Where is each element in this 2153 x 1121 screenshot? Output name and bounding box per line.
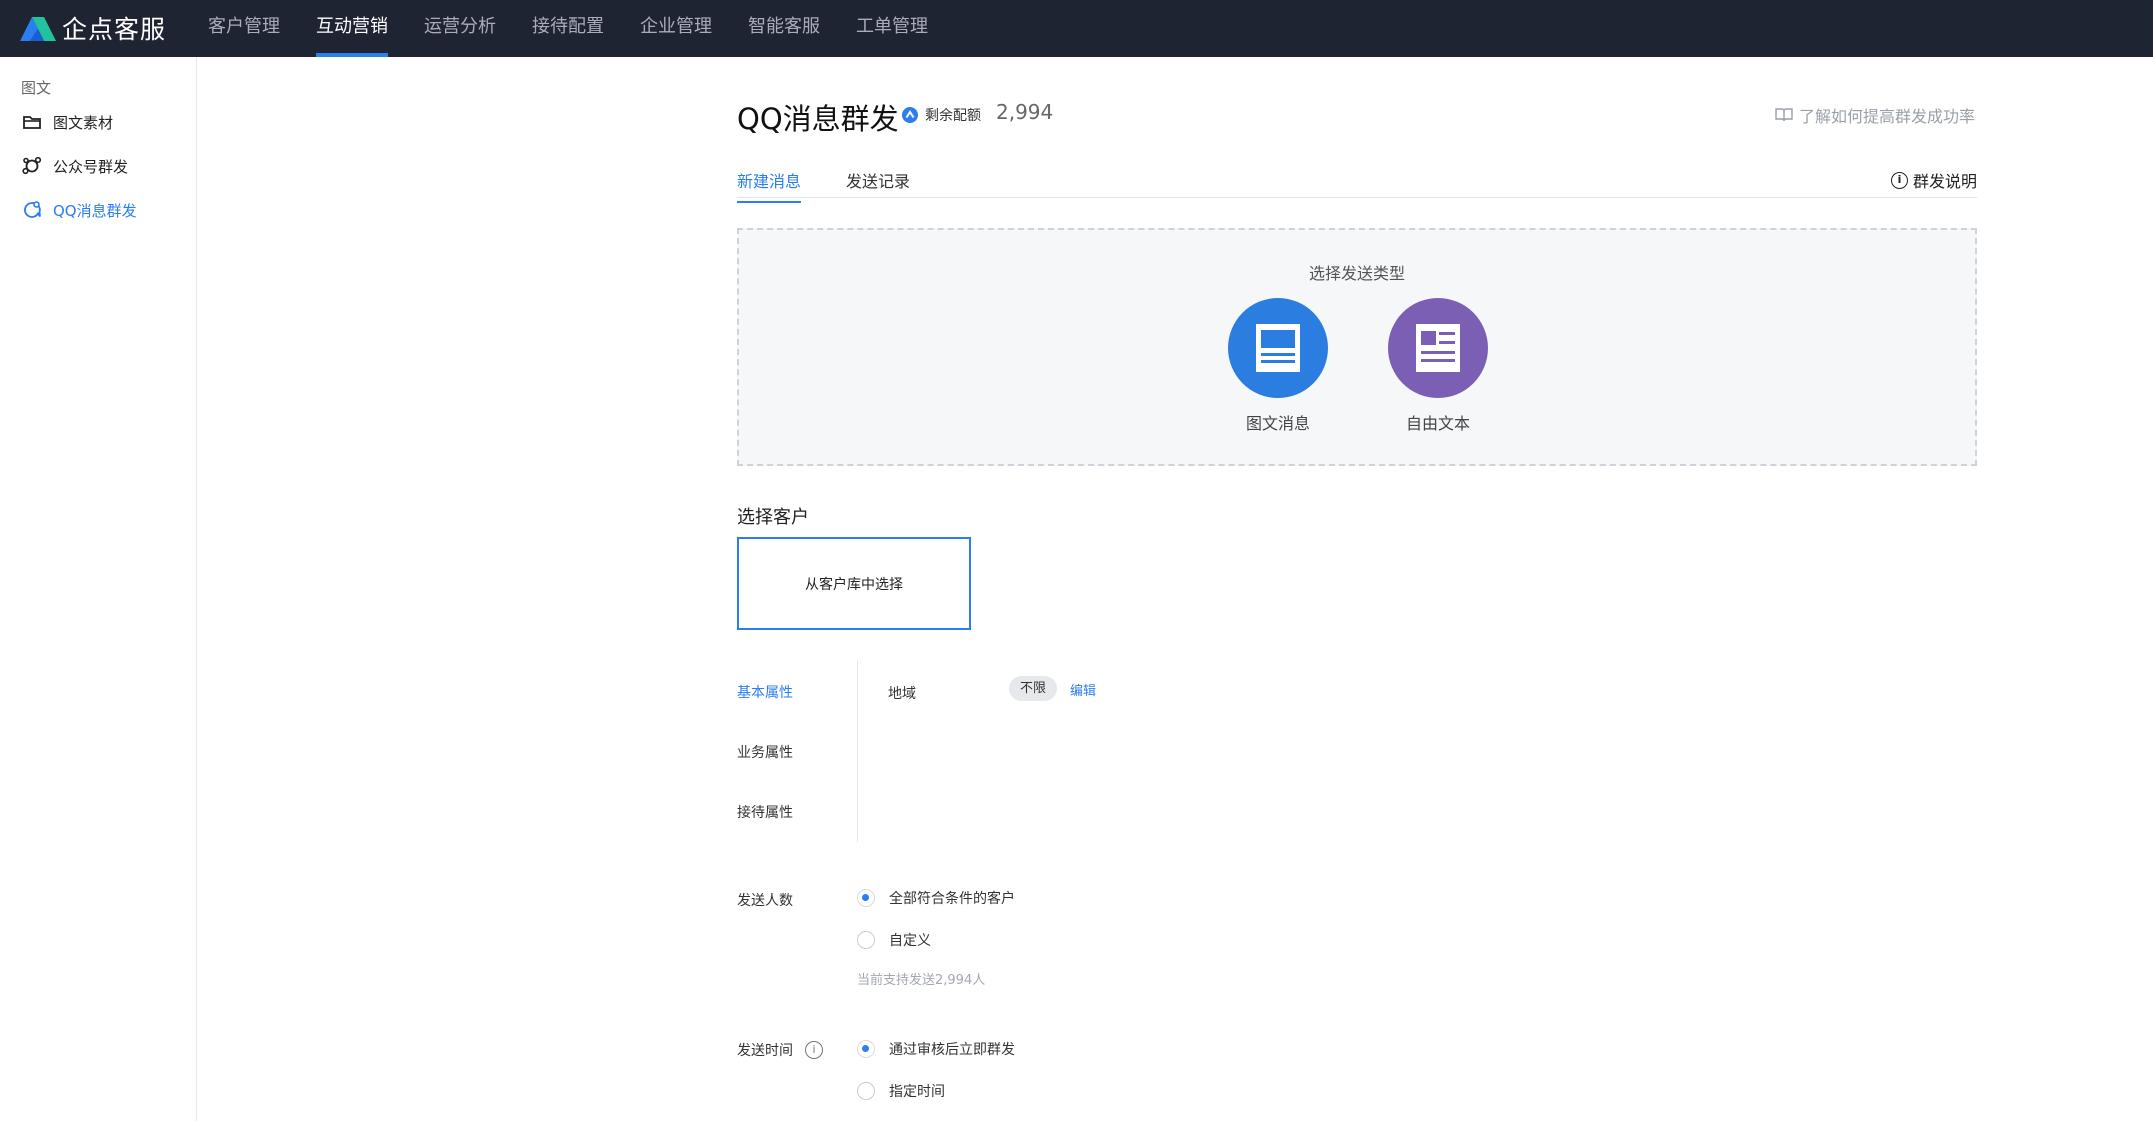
- region-value-tag: 不限: [1009, 676, 1058, 701]
- radio-dot[interactable]: [857, 1082, 875, 1100]
- broadcast-icon: [22, 156, 42, 175]
- attribute-tab-business[interactable]: 业务属性: [737, 742, 793, 762]
- sidebar-group-label: 图文: [21, 79, 52, 97]
- quota-value: 2,994: [996, 100, 1054, 124]
- sidebar-item-label: 图文素材: [53, 113, 114, 132]
- send-time-label: 发送时间 i: [737, 1040, 823, 1060]
- radio-custom-count[interactable]: 自定义: [857, 930, 931, 950]
- topnav-ticket-management[interactable]: 工单管理: [838, 0, 946, 57]
- info-icon: i: [1890, 171, 1908, 189]
- text-doc-icon: [1388, 298, 1488, 398]
- select-from-customer-library-button[interactable]: 从客户库中选择: [737, 537, 971, 630]
- improve-success-rate-link[interactable]: 了解如何提高群发成功率: [1775, 103, 1975, 127]
- sidebar-item-label: QQ消息群发: [53, 201, 137, 220]
- send-type-label: 自由文本: [1405, 414, 1470, 433]
- help-link-label: 了解如何提高群发成功率: [1799, 107, 1976, 126]
- sidebar-item-article-materials[interactable]: 图文素材: [21, 110, 113, 134]
- send-type-panel: 选择发送类型 图文消息 自由文本: [737, 228, 1977, 466]
- send-count-label: 发送人数: [737, 890, 793, 910]
- article-icon: [1228, 298, 1328, 398]
- topnav-interactive-marketing[interactable]: 互动营销: [298, 0, 406, 57]
- radio-label: 自定义: [889, 933, 931, 949]
- select-customer-title: 选择客户: [737, 507, 809, 528]
- tab-new-message[interactable]: 新建消息: [737, 168, 802, 203]
- page-title: QQ消息群发: [737, 102, 899, 136]
- send-count-label-text: 发送人数: [737, 893, 793, 909]
- radio-send-after-approval[interactable]: 通过审核后立即群发: [857, 1039, 1015, 1059]
- region-label: 地域: [888, 686, 916, 702]
- broadcast-help-label: 群发说明: [1912, 172, 1977, 191]
- topnav-reception-config[interactable]: 接待配置: [514, 0, 622, 57]
- top-nav: 客户管理 互动营销 运营分析 接待配置 企业管理 智能客服 工单管理: [190, 0, 946, 57]
- top-navigation-bar: 企点客服 客户管理 互动营销 运营分析 接待配置 企业管理 智能客服 工单管理: [0, 0, 2153, 57]
- message-tabs: 新建消息 发送记录 i 群发说明: [737, 158, 1977, 203]
- attribute-tab-basic[interactable]: 基本属性: [737, 682, 793, 702]
- sidebar-item-official-broadcast[interactable]: 公众号群发: [21, 154, 128, 178]
- sidebar-item-qq-broadcast[interactable]: QQ消息群发: [21, 198, 137, 222]
- send-time-label-text: 发送时间: [737, 1043, 793, 1059]
- send-type-free-text[interactable]: 自由文本: [1378, 298, 1498, 434]
- send-type-article[interactable]: 图文消息: [1218, 298, 1338, 434]
- info-icon[interactable]: i: [805, 1041, 823, 1059]
- region-edit-link[interactable]: 编辑: [1070, 680, 1096, 699]
- folder-icon: [23, 116, 41, 129]
- radio-dot[interactable]: [857, 931, 875, 949]
- sidebar: 图文 图文素材 公众号群发 QQ消息群发: [0, 57, 197, 1121]
- sidebar-item-label: 公众号群发: [53, 157, 129, 176]
- topnav-smart-service[interactable]: 智能客服: [730, 0, 838, 57]
- book-icon: [1775, 108, 1793, 122]
- qq-chat-icon: [24, 201, 41, 218]
- send-type-label: 图文消息: [1245, 414, 1310, 433]
- brand-logo[interactable]: 企点客服: [18, 12, 166, 44]
- send-type-title: 选择发送类型: [1308, 264, 1405, 283]
- tab-send-records[interactable]: 发送记录: [846, 168, 910, 201]
- topnav-customer-management[interactable]: 客户管理: [190, 0, 298, 57]
- send-count-hint: 当前支持发送2,994人: [857, 973, 986, 988]
- radio-scheduled-time[interactable]: 指定时间: [857, 1081, 945, 1101]
- broadcast-help-button[interactable]: i 群发说明: [1890, 168, 1977, 192]
- radio-dot[interactable]: [857, 889, 875, 907]
- brand-name: 企点客服: [62, 15, 167, 44]
- topnav-operation-analysis[interactable]: 运营分析: [406, 0, 514, 57]
- attribute-divider: [857, 660, 858, 842]
- radio-dot[interactable]: [857, 1040, 875, 1058]
- radio-all-matching-customers[interactable]: 全部符合条件的客户: [857, 888, 1015, 908]
- radio-label: 全部符合条件的客户: [889, 891, 1015, 907]
- radio-label: 指定时间: [889, 1084, 945, 1100]
- attribute-tab-reception[interactable]: 接待属性: [737, 802, 793, 822]
- brand-logo-icon: [20, 17, 56, 41]
- radio-label: 通过审核后立即群发: [889, 1042, 1015, 1058]
- quota-label: 剩余配额: [925, 108, 981, 124]
- topnav-enterprise-management[interactable]: 企业管理: [622, 0, 730, 57]
- quota-icon: [902, 107, 918, 123]
